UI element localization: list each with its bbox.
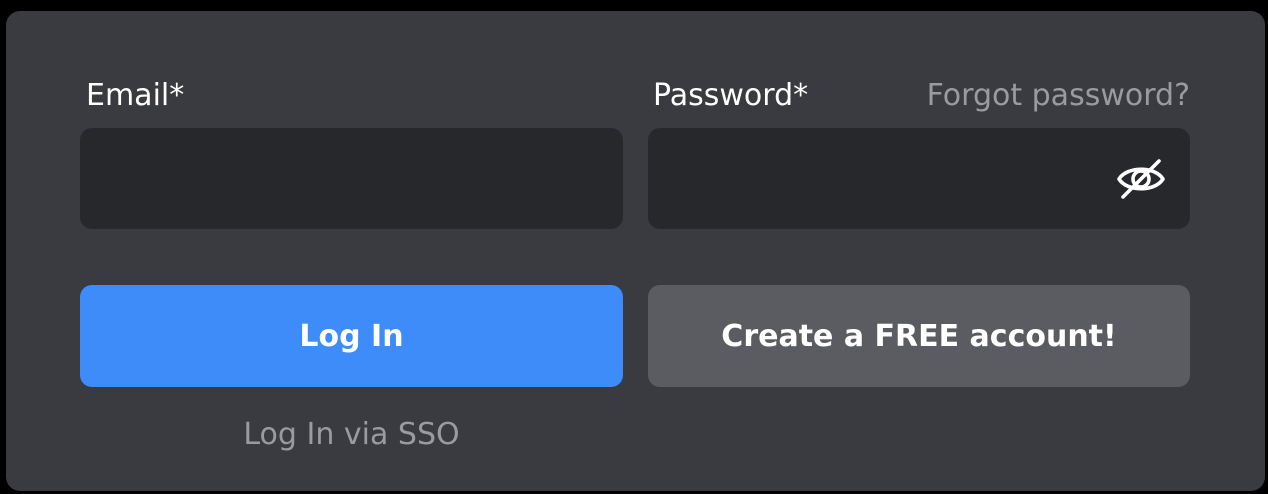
email-field-container xyxy=(80,128,623,229)
eye-slash-icon[interactable] xyxy=(1114,157,1168,201)
email-field[interactable] xyxy=(80,128,623,229)
email-label: Email* xyxy=(86,78,185,113)
password-field-container xyxy=(648,128,1190,229)
login-panel: Email* Password* Forgot password? Log In… xyxy=(6,11,1265,491)
password-field[interactable] xyxy=(648,128,1190,229)
login-button[interactable]: Log In xyxy=(80,285,623,387)
sso-login-link[interactable]: Log In via SSO xyxy=(80,415,623,455)
password-label: Password* xyxy=(653,78,809,113)
create-account-button[interactable]: Create a FREE account! xyxy=(648,285,1190,387)
forgot-password-link[interactable]: Forgot password? xyxy=(927,76,1190,116)
